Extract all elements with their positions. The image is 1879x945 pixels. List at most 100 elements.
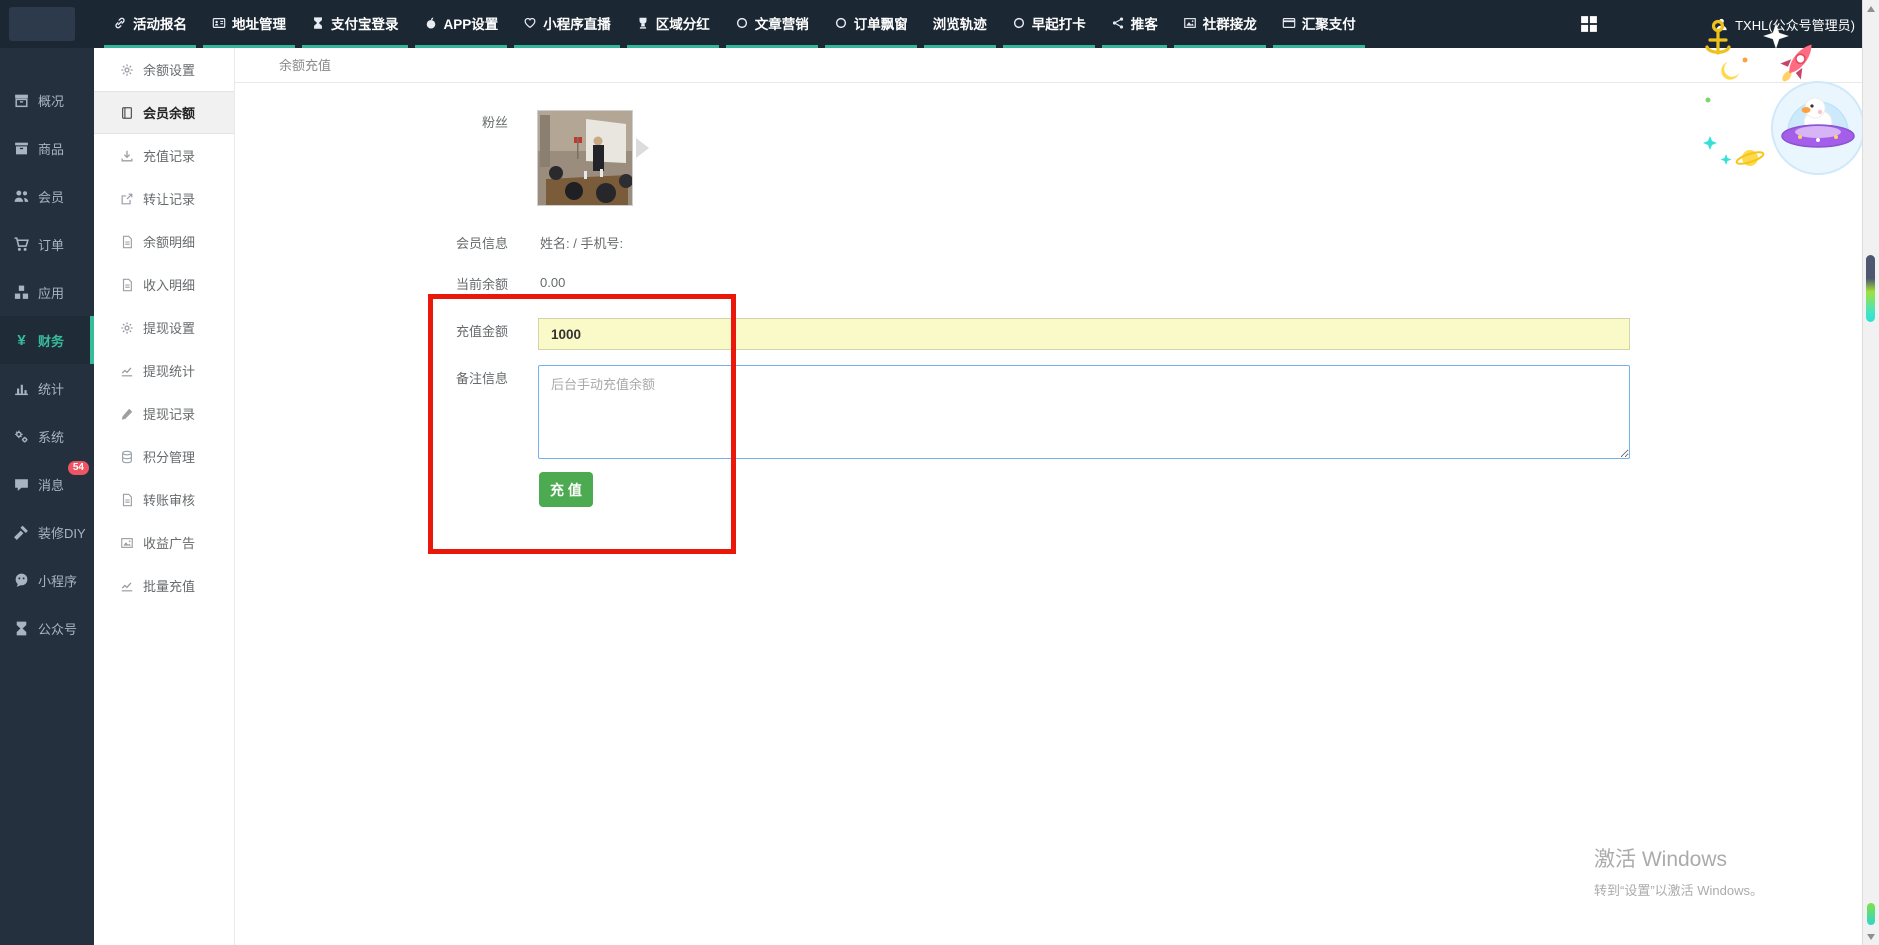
top-nav-item-label: 社群接龙 <box>1203 13 1257 33</box>
top-nav-item-12[interactable]: 汇聚支付 <box>1273 0 1365 48</box>
sidebar-item-8[interactable]: 消息 54 <box>0 460 94 508</box>
top-nav-item-label: 浏览轨迹 <box>933 13 987 33</box>
sidebar-item-0[interactable]: 概况 <box>0 76 94 124</box>
top-nav-item-4[interactable]: 小程序直播 <box>514 0 620 48</box>
submenu-item-label: 余额明细 <box>143 232 195 251</box>
gear-icon <box>120 321 134 335</box>
top-nav-item-2[interactable]: 支付宝登录 <box>302 0 408 48</box>
submenu-item-label: 收入明细 <box>143 275 195 294</box>
submenu-item-10[interactable]: 转账审核 <box>94 478 234 521</box>
sidebar-item-10[interactable]: 小程序 <box>0 556 94 604</box>
submenu-item-11[interactable]: 收益广告 <box>94 521 234 564</box>
comment-icon <box>13 476 30 493</box>
sidebar-item-label: 消息 <box>38 475 64 494</box>
heart-icon <box>523 16 537 30</box>
sidebar-item-label: 商品 <box>38 139 64 158</box>
windows-activation-watermark: 激活 Windows 转到“设置”以激活 Windows。 <box>1594 843 1763 899</box>
submenu-item-label: 积分管理 <box>143 447 195 466</box>
message-count-badge: 54 <box>68 461 89 475</box>
user-menu[interactable]: TXHL(公众号管理员) <box>1714 0 1855 48</box>
top-nav-item-9[interactable]: 早起打卡 <box>1003 0 1095 48</box>
share-icon <box>1111 16 1125 30</box>
primary-sidebar: 概况商品会员订单应用 ¥ 财务统计系统消息 54 装修DIY 小程序公众号 <box>0 48 94 945</box>
submenu-item-3[interactable]: 转让记录 <box>94 177 234 220</box>
fan-avatar-photo[interactable] <box>537 110 633 206</box>
image-icon <box>120 536 134 550</box>
sidebar-item-6[interactable]: 统计 <box>0 364 94 412</box>
apps-grid-icon[interactable] <box>1580 15 1598 33</box>
submenu-item-0[interactable]: 余额设置 <box>94 48 234 91</box>
scrollbar-thumb[interactable] <box>1866 255 1875 322</box>
archive-icon <box>13 92 30 109</box>
submenu-item-1[interactable]: 会员余额 <box>94 91 234 134</box>
file-icon <box>120 235 134 249</box>
sidebar-item-1[interactable]: 商品 <box>0 124 94 172</box>
vertical-scrollbar[interactable] <box>1862 0 1879 945</box>
member-info-value: 姓名: / 手机号: <box>540 233 623 252</box>
top-nav-item-8[interactable]: 浏览轨迹 <box>924 0 996 48</box>
gavel-icon <box>13 524 30 541</box>
submenu-item-4[interactable]: 余额明细 <box>94 220 234 263</box>
top-nav-item-label: 活动报名 <box>133 13 187 33</box>
top-nav-item-0[interactable]: 活动报名 <box>104 0 196 48</box>
top-nav-item-7[interactable]: 订单飘窗 <box>825 0 917 48</box>
submenu-item-7[interactable]: 提现统计 <box>94 349 234 392</box>
submenu-item-label: 提现设置 <box>143 318 195 337</box>
circle-icon <box>1012 16 1026 30</box>
sidebar-item-label: 概况 <box>38 91 64 110</box>
submenu-item-label: 提现统计 <box>143 361 195 380</box>
remark-textarea[interactable] <box>538 365 1630 459</box>
submenu-item-label: 会员余额 <box>143 103 195 122</box>
member-info-label: 会员信息 <box>235 233 508 252</box>
sidebar-item-3[interactable]: 订单 <box>0 220 94 268</box>
bar-chart-icon <box>13 380 30 397</box>
submenu-item-6[interactable]: 提现设置 <box>94 306 234 349</box>
recharge-submit-button[interactable]: 充 值 <box>539 472 593 507</box>
recharge-amount-input[interactable] <box>538 318 1630 350</box>
top-nav-item-3[interactable]: APP设置 <box>415 0 508 48</box>
submenu-item-12[interactable]: 批量充值 <box>94 564 234 607</box>
sidebar-item-7[interactable]: 系统 <box>0 412 94 460</box>
sidebar-item-4[interactable]: 应用 <box>0 268 94 316</box>
yen-icon: ¥ <box>13 332 30 349</box>
sidebar-item-label: 财务 <box>38 331 64 350</box>
scroll-down-arrow-icon[interactable] <box>1867 934 1875 940</box>
top-nav-item-5[interactable]: 区域分红 <box>627 0 719 48</box>
cart-icon <box>13 236 30 253</box>
scroll-up-arrow-icon[interactable] <box>1867 6 1875 12</box>
top-nav-item-label: 地址管理 <box>232 13 286 33</box>
page-title: 余额充值 <box>279 48 1862 83</box>
finance-submenu: 余额设置会员余额充值记录转让记录余额明细收入明细提现设置提现统计提现记录积分管理… <box>94 48 235 945</box>
sidebar-item-5[interactable]: ¥ 财务 <box>0 316 94 364</box>
sidebar-item-9[interactable]: 装修DIY <box>0 508 94 556</box>
apple-icon <box>424 16 438 30</box>
sidebar-item-label: 系统 <box>38 427 64 446</box>
watermark-line2: 转到“设置”以激活 Windows。 <box>1594 880 1763 899</box>
logo-block <box>0 0 94 48</box>
pencil-icon <box>120 407 134 421</box>
submenu-item-5[interactable]: 收入明细 <box>94 263 234 306</box>
top-nav-item-1[interactable]: 地址管理 <box>203 0 295 48</box>
submenu-item-8[interactable]: 提现记录 <box>94 392 234 435</box>
user-name: TXHL(公众号管理员) <box>1735 15 1855 34</box>
top-nav-item-6[interactable]: 文章营销 <box>726 0 818 48</box>
submenu-item-label: 充值记录 <box>143 146 195 165</box>
top-nav-item-label: 汇聚支付 <box>1302 13 1356 33</box>
hourglass-icon <box>13 620 30 637</box>
user-icon <box>1714 17 1729 32</box>
card-icon <box>1282 16 1296 30</box>
watermark-line1: 激活 Windows <box>1594 843 1763 873</box>
gears-icon <box>13 428 30 445</box>
top-nav-item-11[interactable]: 社群接龙 <box>1174 0 1266 48</box>
database-icon <box>120 450 134 464</box>
sidebar-item-2[interactable]: 会员 <box>0 172 94 220</box>
download-icon <box>120 149 134 163</box>
sidebar-item-label: 小程序 <box>38 571 77 590</box>
current-balance-label: 当前余额 <box>235 274 508 293</box>
photo-next-arrow-icon <box>636 138 649 158</box>
sidebar-item-11[interactable]: 公众号 <box>0 604 94 652</box>
top-nav-item-label: APP设置 <box>444 13 499 33</box>
top-nav-item-10[interactable]: 推客 <box>1102 0 1167 48</box>
submenu-item-9[interactable]: 积分管理 <box>94 435 234 478</box>
submenu-item-2[interactable]: 充值记录 <box>94 134 234 177</box>
